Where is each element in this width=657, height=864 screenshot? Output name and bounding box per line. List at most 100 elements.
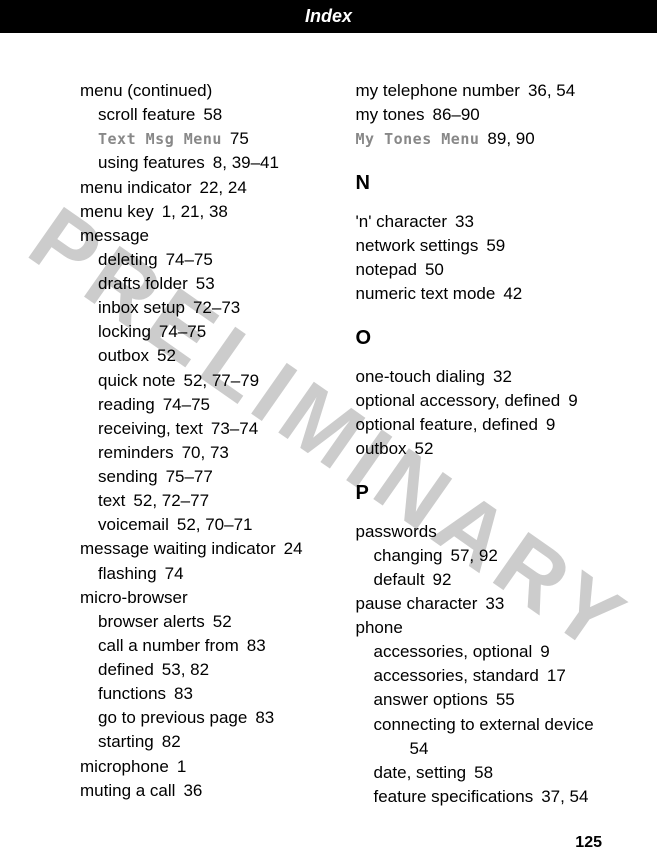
index-entry-pages: 32 — [493, 367, 512, 386]
index-entry-pages: 86–90 — [432, 105, 479, 124]
index-entry: starting 82 — [80, 730, 332, 754]
index-entry: 'n' character 33 — [356, 210, 608, 234]
index-entry: phone — [356, 616, 608, 640]
index-entry-pages: 33 — [455, 212, 474, 231]
index-entry-text: reading — [98, 395, 155, 414]
index-entry-pages: 24 — [284, 539, 303, 558]
index-entry: flashing74 — [80, 562, 332, 586]
index-entry-pages: 58 — [474, 763, 493, 782]
index-entry-text: numeric text mode — [356, 284, 496, 303]
index-entry-pages: 52 — [213, 612, 232, 631]
index-entry-pages: 1, 21, 38 — [162, 202, 228, 221]
index-entry-text: my telephone number — [356, 81, 520, 100]
index-entry: accessories, optional9 — [356, 640, 608, 664]
index-entry-text: go to previous page — [98, 708, 247, 727]
index-entry-text: quick note — [98, 371, 176, 390]
index-entry-pages: 22, 24 — [200, 178, 247, 197]
index-entry-pages: 9 — [568, 391, 577, 410]
index-entry-pages: 74–75 — [163, 395, 210, 414]
index-entry-text: locking — [98, 322, 151, 341]
index-entry-pages: 58 — [203, 105, 222, 124]
index-entry-text: defined — [98, 660, 154, 679]
index-entry-text: functions — [98, 684, 166, 703]
index-entry: browser alerts52 — [80, 610, 332, 634]
index-entry-text: accessories, optional — [374, 642, 533, 661]
index-entry-text: default — [374, 570, 425, 589]
index-entry: deleting74–75 — [80, 248, 332, 272]
index-entry: menu indicator 22, 24 — [80, 176, 332, 200]
index-entry-text: voicemail — [98, 515, 169, 534]
index-entry-text: starting — [98, 732, 154, 751]
index-entry-text: reminders — [98, 443, 174, 462]
index-entry: locking74–75 — [80, 320, 332, 344]
index-entry-text: outbox — [356, 439, 407, 458]
index-entry-text: 'n' character — [356, 212, 448, 231]
index-entry-pages: 17 — [547, 666, 566, 685]
index-entry-text: pause character — [356, 594, 478, 613]
index-entry-pages: 92 — [433, 570, 452, 589]
index-entry: micro-browser — [80, 586, 332, 610]
index-entry: notepad50 — [356, 258, 608, 282]
index-entry-pages: 75–77 — [166, 467, 213, 486]
index-entry-pages: 83 — [255, 708, 274, 727]
index-entry-pages: 53 — [196, 274, 215, 293]
section-heading: N — [356, 169, 608, 197]
index-entry-text: drafts folder — [98, 274, 188, 293]
index-entry-text: one-touch dialing — [356, 367, 485, 386]
index-entry-text: inbox setup — [98, 298, 185, 317]
index-entry-text: menu indicator — [80, 178, 192, 197]
index-column-left: menu (continued)scroll feature58 Text Msg… — [80, 79, 344, 809]
section-heading: O — [356, 324, 608, 352]
index-entry-pages: 59 — [486, 236, 505, 255]
index-entry: connecting to external device — [356, 713, 608, 737]
index-entry: menu (continued) — [80, 79, 332, 103]
index-entry-pages: 82 — [162, 732, 181, 751]
index-entry-text: 54 — [410, 739, 429, 758]
index-entry: 54 — [356, 737, 608, 761]
index-entry-text: changing — [374, 546, 443, 565]
index-entry-pages: 57, 92 — [451, 546, 498, 565]
index-entry: accessories, standard 17 — [356, 664, 608, 688]
index-entry-pages: 52, 77–79 — [184, 371, 260, 390]
index-entry-pages: 55 — [496, 690, 515, 709]
section-heading: P — [356, 479, 608, 507]
index-entry: passwords — [356, 520, 608, 544]
index-entry-pages: 83 — [247, 636, 266, 655]
index-entry: default 92 — [356, 568, 608, 592]
index-entry-pages: 73–74 — [211, 419, 258, 438]
index-entry: optional feature, defined9 — [356, 413, 608, 437]
index-entry-text: using features — [98, 153, 205, 172]
index-entry-pages: 70, 73 — [182, 443, 229, 462]
index-entry-text: accessories, standard — [374, 666, 539, 685]
index-entry: voicemail52, 70–71 — [80, 513, 332, 537]
index-entry-pages: 89, 90 — [487, 129, 534, 148]
index-entry-pages: 37, 54 — [541, 787, 588, 806]
index-entry: My Tones Menu 89, 90 — [356, 127, 608, 151]
index-entry-pages: 74 — [165, 564, 184, 583]
index-entry-text: notepad — [356, 260, 417, 279]
index-entry-text: deleting — [98, 250, 158, 269]
index-entry-text: message — [80, 226, 149, 245]
menu-label: My Tones Menu — [356, 130, 480, 148]
index-entry: my tones 86–90 — [356, 103, 608, 127]
index-entry: scroll feature58 — [80, 103, 332, 127]
index-entry: menu key1, 21, 38 — [80, 200, 332, 224]
index-entry: message waiting indicator24 — [80, 537, 332, 561]
index-entry: using features 8, 39–41 — [80, 151, 332, 175]
index-entry-pages: 72–73 — [193, 298, 240, 317]
index-entry: my telephone number36, 54 — [356, 79, 608, 103]
index-entry: muting a call36 — [80, 779, 332, 803]
index-entry: outbox52 — [80, 344, 332, 368]
index-entry-pages: 33 — [485, 594, 504, 613]
index-entry-text: my tones — [356, 105, 425, 124]
index-entry-text: connecting to external device — [374, 715, 594, 734]
index-column-right: my telephone number36, 54 my tones 86–90 My… — [344, 79, 608, 809]
index-entry-text: optional feature, defined — [356, 415, 538, 434]
index-entry-pages: 42 — [503, 284, 522, 303]
index-entry-text: answer options — [374, 690, 488, 709]
index-entry-pages: 75 — [230, 129, 249, 148]
index-entry-pages: 8, 39–41 — [213, 153, 279, 172]
index-entry: defined53, 82 — [80, 658, 332, 682]
index-entry: receiving, text73–74 — [80, 417, 332, 441]
menu-label: Text Msg Menu — [98, 130, 222, 148]
